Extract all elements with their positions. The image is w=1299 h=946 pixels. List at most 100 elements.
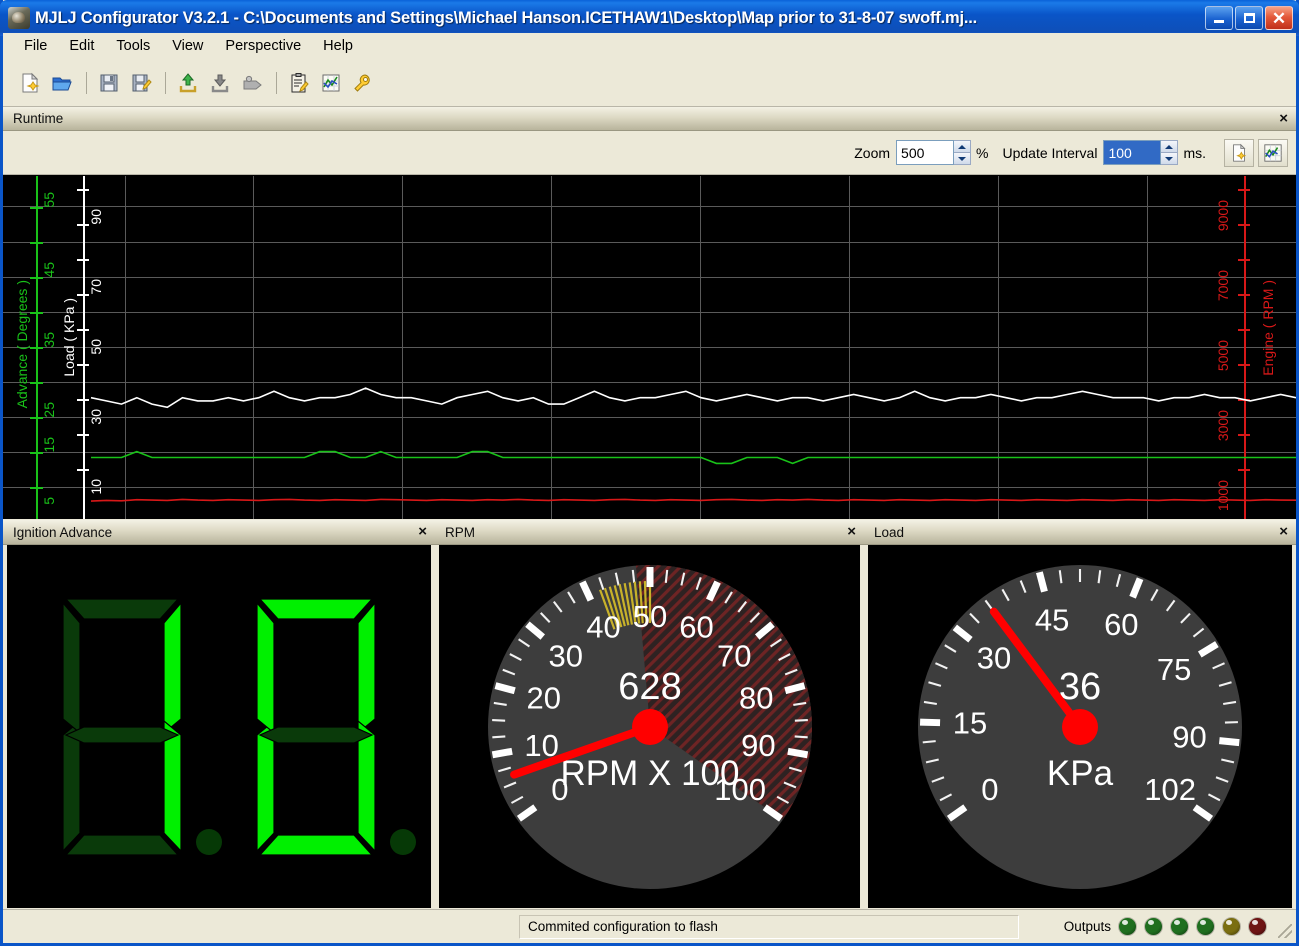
load-header: Load × (864, 520, 1296, 545)
status-bar: Commited configuration to flash Outputs (3, 909, 1296, 943)
svg-text:50: 50 (632, 599, 666, 634)
svg-text:45: 45 (1035, 602, 1069, 637)
runtime-panel: Runtime × Zoom % Update Interval (3, 107, 1296, 520)
zoom-spin-down[interactable] (954, 153, 971, 164)
chart-axis-advance-title: Advance ( Degrees ) (14, 280, 30, 409)
ignition-advance-close-icon[interactable]: × (418, 524, 427, 539)
chart-axis-advance-tick-45: 45 (41, 262, 57, 278)
svg-text:30: 30 (548, 638, 582, 673)
load-close-icon[interactable]: × (1279, 524, 1288, 539)
resize-grip-icon[interactable] (1278, 923, 1292, 938)
runtime-chart[interactable]: 55 45 35 25 15 5 Advance ( Degrees ) 90 … (3, 175, 1296, 519)
burn-icon[interactable] (237, 68, 267, 98)
update-spin-buttons[interactable] (1161, 140, 1179, 165)
update-interval-label: Update Interval (1002, 144, 1098, 161)
zoom-spin-buttons[interactable] (954, 140, 972, 165)
rpm-header: RPM × (435, 520, 864, 545)
zoom-label: Zoom (854, 144, 891, 161)
load-panel: Load × 0 15 30 45 60 75 90 102 36 KPa (864, 520, 1296, 912)
upload-icon[interactable] (173, 68, 203, 98)
svg-text:90: 90 (1172, 719, 1206, 754)
chart-axis-rpm-tick-5000: 5000 (1215, 340, 1231, 372)
load-title: Load (874, 524, 905, 540)
seven-segment-digit-2 (242, 593, 416, 861)
menu-item-help[interactable]: Help (312, 35, 364, 57)
svg-text:15: 15 (953, 705, 987, 740)
seven-segment-dot-2 (390, 828, 416, 855)
output-led-4 (1196, 917, 1215, 936)
title-bar: MJLJ Configurator V3.2.1 - C:\Documents … (0, 0, 1299, 36)
seven-segment-dot-1 (196, 828, 222, 855)
menu-item-perspective[interactable]: Perspective (214, 35, 312, 57)
zoom-stepper[interactable] (896, 140, 972, 165)
update-interval-input[interactable] (1103, 140, 1162, 165)
svg-text:60: 60 (679, 609, 713, 644)
status-spacer (5, 915, 515, 939)
svg-text:628: 628 (618, 666, 681, 708)
wrench-icon[interactable] (348, 68, 378, 98)
chart-axis-advance-tick-25: 25 (41, 402, 57, 418)
menu-bar: File Edit Tools View Perspective Help (3, 33, 1296, 59)
percent-label: % (976, 144, 989, 161)
zoom-input[interactable] (896, 140, 955, 165)
seven-segment-digit-1 (48, 593, 222, 861)
toolbar-separator (276, 71, 277, 94)
menu-item-view[interactable]: View (161, 35, 214, 57)
chart-axis-rpm-tick-7000: 7000 (1215, 270, 1231, 302)
maximize-button[interactable] (1235, 6, 1263, 30)
menu-item-tools[interactable]: Tools (105, 35, 161, 57)
save-as-icon[interactable] (126, 68, 156, 98)
svg-text:60: 60 (1104, 607, 1138, 642)
chart-axis-load-tick-90: 90 (88, 209, 104, 225)
svg-text:80: 80 (739, 680, 773, 715)
chart-axis-rpm-tick-1000: 1000 (1215, 480, 1231, 512)
application-window: MJLJ Configurator V3.2.1 - C:\Documents … (0, 0, 1299, 946)
new-log-icon[interactable] (1224, 138, 1254, 167)
clipboard-edit-icon[interactable] (284, 68, 314, 98)
chart-axis-load-title: Load ( KPa ) (61, 298, 77, 377)
open-folder-icon[interactable] (47, 68, 77, 98)
runtime-panel-header: Runtime × (3, 107, 1296, 131)
runtime-toolbar: Zoom % Update Interval ms. (3, 131, 1296, 175)
output-led-1 (1118, 917, 1137, 936)
ignition-advance-body (7, 545, 431, 908)
toolbar-separator (165, 71, 166, 94)
update-spin-up[interactable] (1161, 141, 1178, 153)
rpm-gauge: 0 10 20 30 40 50 60 70 80 90 100 628 RPM X 100 (439, 545, 860, 908)
close-button[interactable]: ✕ (1265, 6, 1293, 30)
chart-icon[interactable] (316, 68, 346, 98)
chart-axis-rpm-title: Engine ( RPM ) (1260, 280, 1276, 376)
chart-axis-load-tick-50: 50 (88, 339, 104, 355)
zoom-spin-up[interactable] (954, 141, 971, 153)
runtime-close-icon[interactable]: × (1279, 111, 1288, 126)
rpm-close-icon[interactable]: × (847, 524, 856, 539)
ignition-advance-panel: Ignition Advance × (3, 520, 435, 912)
save-icon[interactable] (94, 68, 124, 98)
chart-axis-advance-tick-55: 55 (41, 192, 57, 208)
new-file-icon[interactable] (15, 68, 45, 98)
minimize-button[interactable] (1205, 6, 1233, 30)
svg-text:75: 75 (1157, 652, 1191, 687)
app-icon (8, 7, 30, 29)
menu-item-file[interactable]: File (13, 35, 58, 57)
ignition-advance-title: Ignition Advance (13, 524, 113, 540)
toolbar-separator (86, 71, 87, 94)
rpm-panel: RPM × 0 10 20 30 40 50 60 70 80 90 100 628 RPM X 100 (435, 520, 864, 912)
menu-item-edit[interactable]: Edit (58, 35, 105, 57)
chart-axis-rpm-tick-9000: 9000 (1215, 200, 1231, 232)
window-title: MJLJ Configurator V3.2.1 - C:\Documents … (35, 8, 977, 27)
svg-text:KPa: KPa (1047, 754, 1114, 793)
update-interval-stepper[interactable] (1103, 140, 1179, 165)
chart-view-icon[interactable] (1258, 138, 1288, 167)
download-icon[interactable] (205, 68, 235, 98)
load-body: 0 15 30 45 60 75 90 102 36 KPa (868, 545, 1292, 908)
outputs-group: Outputs (1064, 916, 1296, 938)
chart-axis-load-tick-30: 30 (88, 409, 104, 425)
output-led-5 (1222, 917, 1241, 936)
runtime-panel-title: Runtime (13, 111, 64, 126)
rpm-body: 0 10 20 30 40 50 60 70 80 90 100 628 RPM X 100 (439, 545, 860, 908)
svg-text:40: 40 (586, 609, 620, 644)
svg-text:70: 70 (717, 638, 751, 673)
update-spin-down[interactable] (1161, 153, 1178, 164)
ignition-advance-header: Ignition Advance × (3, 520, 435, 545)
